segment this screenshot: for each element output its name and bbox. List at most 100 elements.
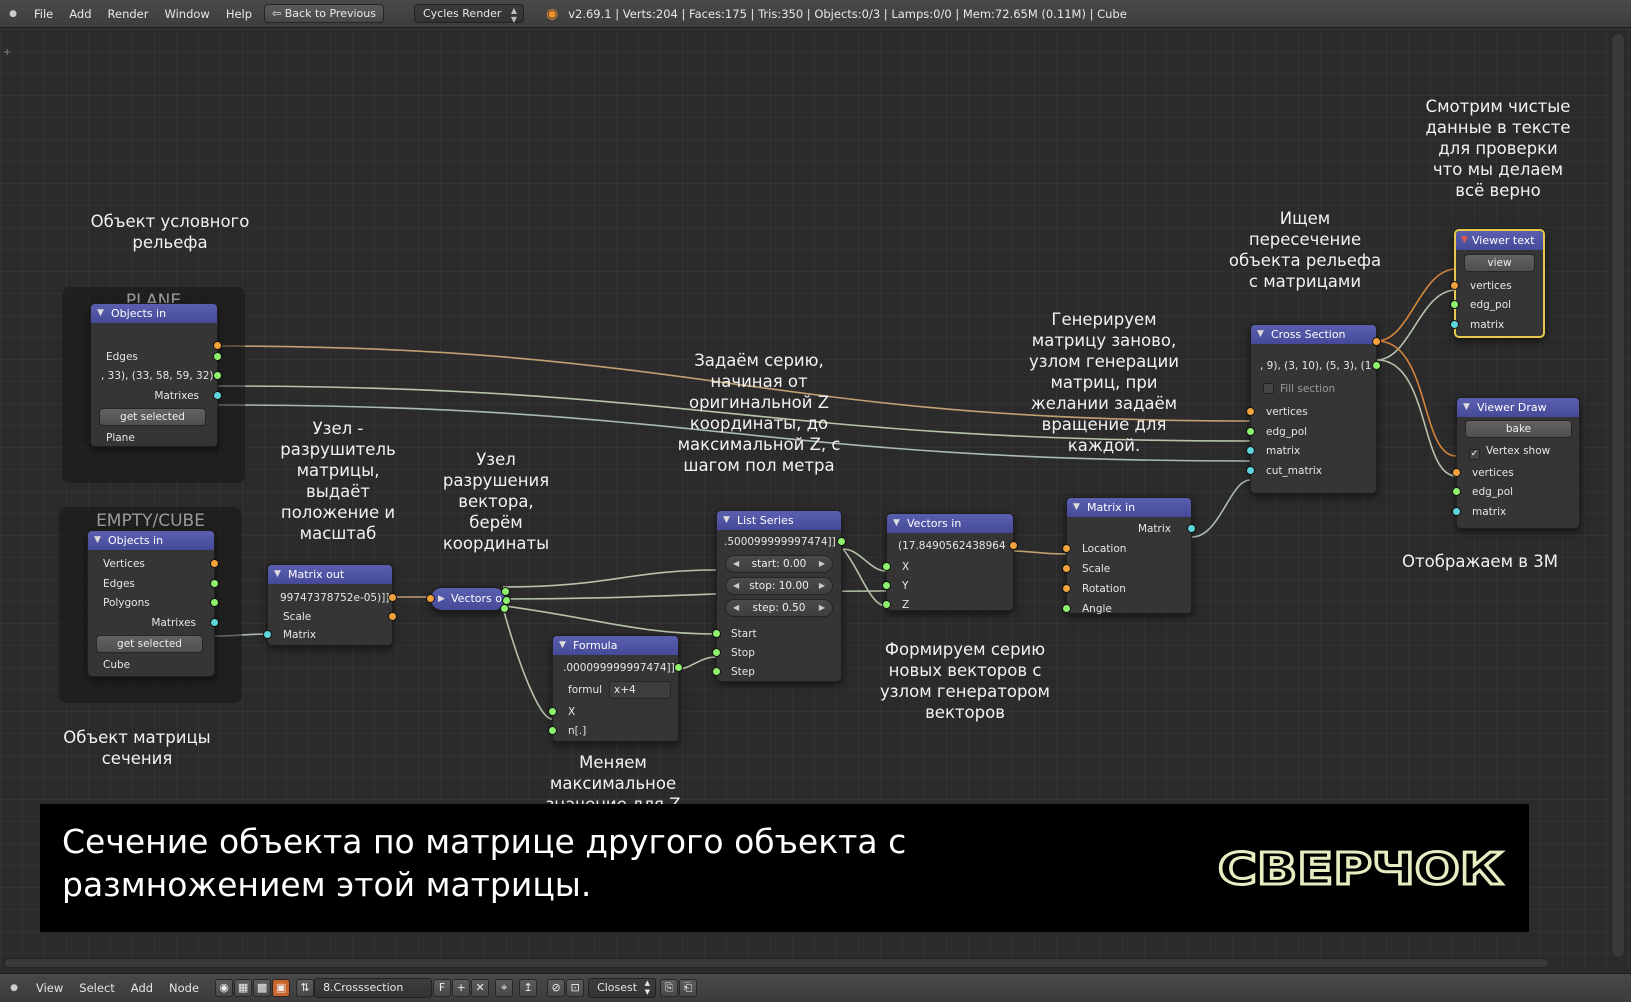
pin-icon[interactable]: ⌖ <box>495 979 514 997</box>
socket-matrix-in[interactable] <box>1450 320 1459 329</box>
menu-select[interactable]: Select <box>71 981 122 995</box>
menu-view[interactable]: View <box>28 981 71 995</box>
expand-triangle-icon[interactable]: ▶ <box>438 588 445 610</box>
socket-step-in[interactable] <box>712 667 721 676</box>
node-header[interactable]: ▶ Vectors o <box>431 588 505 610</box>
back-to-previous-button[interactable]: ⇦ Back to Previous <box>264 4 384 23</box>
socket-result-out[interactable] <box>674 663 683 672</box>
node-header[interactable]: ▼ Matrix out <box>268 565 392 584</box>
socket-edges-out[interactable] <box>210 579 219 588</box>
menu-add[interactable]: Add <box>123 981 161 995</box>
socket-x-in[interactable] <box>882 562 891 571</box>
socket-matrix-in[interactable] <box>263 630 272 639</box>
frame-add-icon[interactable]: + <box>3 47 11 58</box>
collapse-triangle-icon[interactable]: ▼ <box>1073 498 1080 517</box>
socket-y-in[interactable] <box>882 581 891 590</box>
socket-scale-out[interactable] <box>388 612 397 621</box>
decrement-arrow-icon[interactable]: ◀ <box>733 578 739 594</box>
fill-section-checkbox[interactable]: Fill section <box>1251 380 1376 398</box>
collapse-triangle-icon[interactable]: ▼ <box>893 514 900 533</box>
view-button[interactable]: view <box>1464 254 1535 272</box>
paste-icon[interactable]: ⎗ <box>679 979 698 997</box>
vertex-show-checkbox[interactable]: ✓ Vertex show <box>1457 442 1579 460</box>
step-field[interactable]: ◀ step: 0.50 ▶ <box>725 599 833 617</box>
decrement-arrow-icon[interactable]: ◀ <box>733 556 739 572</box>
menu-help[interactable]: Help <box>218 7 260 21</box>
socket-x-out[interactable] <box>501 587 510 596</box>
node-viewer-text[interactable]: ▼ Viewer text view vertices edg_pol matri… <box>1450 229 1545 338</box>
menu-render[interactable]: Render <box>100 7 157 21</box>
socket-edges-out[interactable] <box>213 352 222 361</box>
node-header[interactable]: ▼ Objects in <box>88 531 214 550</box>
socket-stop-in[interactable] <box>712 648 721 657</box>
get-selected-button[interactable]: get selected <box>99 408 206 426</box>
formula-input[interactable]: x+4 <box>609 681 671 699</box>
socket-location-out[interactable] <box>388 593 397 602</box>
socket-edges-out[interactable] <box>1372 361 1381 370</box>
copy-icon[interactable]: ⎘ <box>660 979 679 997</box>
collapse-triangle-icon[interactable]: ▼ <box>723 511 730 530</box>
check-icon[interactable]: ✓ <box>1469 449 1480 460</box>
compositing-nodes-icon[interactable]: ▦ <box>234 979 253 997</box>
menu-window[interactable]: Window <box>156 7 217 21</box>
sverchok-nodes-icon[interactable]: ▣ <box>272 979 291 997</box>
node-vectors-in[interactable]: ▼ Vectors in (17.8490562438964 X Y Z <box>882 513 1018 611</box>
stop-field[interactable]: ◀ stop: 10.00 ▶ <box>725 577 833 595</box>
socket-vertices-in[interactable] <box>1452 468 1461 477</box>
collapse-triangle-icon[interactable]: ▼ <box>559 636 566 655</box>
editor-type-icon[interactable]: ● <box>0 9 26 19</box>
remove-nodetree-icon[interactable]: ✕ <box>471 979 490 997</box>
go-to-parent-icon[interactable]: ↥ <box>519 979 538 997</box>
node-header[interactable]: ▼ Matrix in <box>1067 498 1191 517</box>
editor-type-icon[interactable]: ● <box>0 983 28 993</box>
nodetree-browse-icon[interactable]: ⇅ <box>296 979 315 997</box>
menu-node[interactable]: Node <box>161 981 207 995</box>
add-nodetree-icon[interactable]: + <box>452 979 471 997</box>
socket-vertices-out[interactable] <box>210 559 219 568</box>
render-engine-select[interactable]: Cycles Render ▲ ▼ <box>413 4 524 24</box>
socket-scale-in[interactable] <box>1062 564 1071 573</box>
shader-nodes-icon[interactable]: ◉ <box>215 979 234 997</box>
fake-user-button[interactable]: F <box>433 979 452 997</box>
socket-vector-in[interactable] <box>426 594 435 603</box>
collapse-triangle-icon[interactable]: ▼ <box>274 565 281 584</box>
socket-z-out[interactable] <box>500 604 509 613</box>
menu-file[interactable]: File <box>26 7 61 21</box>
socket-vertices-in[interactable] <box>1246 407 1255 416</box>
socket-matrixes-out[interactable] <box>213 391 222 400</box>
collapse-triangle-icon[interactable]: ▼ <box>1257 325 1264 344</box>
horizontal-scrollbar[interactable] <box>4 958 1549 968</box>
socket-angle-in[interactable] <box>1062 604 1071 613</box>
increment-arrow-icon[interactable]: ▶ <box>819 578 825 594</box>
socket-vertices-in[interactable] <box>1450 281 1459 290</box>
socket-matrix-out[interactable] <box>1187 524 1196 533</box>
menu-add[interactable]: Add <box>61 7 99 21</box>
get-selected-button[interactable]: get selected <box>96 635 203 653</box>
node-header[interactable]: ▼ List Series <box>717 511 841 530</box>
socket-polygons-out[interactable] <box>213 371 222 380</box>
node-header[interactable]: ▼ Formula <box>553 636 678 655</box>
socket-rotation-in[interactable] <box>1062 584 1071 593</box>
texture-nodes-icon[interactable]: ▩ <box>253 979 272 997</box>
node-header[interactable]: ▼ Viewer text <box>1456 231 1543 250</box>
collapse-triangle-icon[interactable]: ▼ <box>97 304 104 323</box>
socket-edg-pol-in[interactable] <box>1246 427 1255 436</box>
node-header[interactable]: ▼ Objects in <box>91 304 217 323</box>
node-header[interactable]: ▼ Vectors in <box>887 514 1013 533</box>
node-list-series[interactable]: ▼ List Series .500099999997474]] ◀ start: … <box>712 510 846 682</box>
collapse-triangle-icon[interactable]: ▼ <box>1461 231 1468 250</box>
increment-arrow-icon[interactable]: ▶ <box>819 556 825 572</box>
vertical-scrollbar[interactable] <box>1611 33 1625 958</box>
socket-x-in[interactable] <box>548 707 557 716</box>
socket-vectors-out[interactable] <box>1009 541 1018 550</box>
snap-mode-select[interactable]: Closest ▲ ▼ <box>588 978 657 998</box>
socket-n-in[interactable] <box>548 726 557 735</box>
collapse-triangle-icon[interactable]: ▼ <box>94 531 101 550</box>
snap-element-icon[interactable]: ⊡ <box>566 979 585 997</box>
node-matrix-out[interactable]: ▼ Matrix out 99747378752e-05)]] Scale Mat… <box>263 564 397 646</box>
decrement-arrow-icon[interactable]: ◀ <box>733 600 739 616</box>
increment-arrow-icon[interactable]: ▶ <box>819 600 825 616</box>
bake-button[interactable]: bake <box>1465 420 1572 438</box>
node-matrix-in[interactable]: ▼ Matrix in Matrix Location Scale Rotatio… <box>1062 497 1196 615</box>
socket-series-out[interactable] <box>837 537 846 546</box>
